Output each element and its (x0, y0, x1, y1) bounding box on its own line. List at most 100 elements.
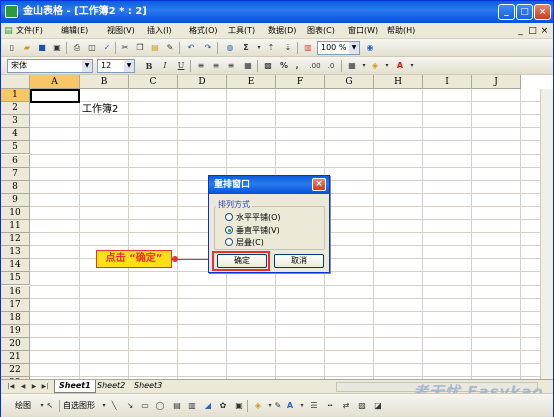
row-header-8[interactable]: 8 (1, 180, 30, 194)
underline-button[interactable]: U (174, 59, 188, 73)
cut-icon[interactable]: ✂ (118, 41, 132, 55)
dialog-close-button[interactable]: × (312, 178, 326, 191)
column-header-a[interactable]: A (30, 75, 80, 89)
redo-icon[interactable]: ↷ (201, 41, 215, 55)
zoom-select[interactable]: 100 % ▼ (317, 41, 360, 55)
column-header-f[interactable]: F (276, 75, 325, 89)
row-header-19[interactable]: 19 (1, 324, 30, 338)
doc-restore-button[interactable]: □ (527, 25, 538, 37)
row-header-22[interactable]: 22 (1, 364, 30, 378)
column-header-i[interactable]: I (423, 75, 472, 89)
print-preview-icon[interactable]: ◫ (85, 41, 99, 55)
font-name-select[interactable]: 宋体 ▼ (7, 59, 93, 73)
maximize-button[interactable]: □ (516, 4, 533, 20)
close-button[interactable]: × (534, 4, 551, 20)
align-right-icon[interactable]: ≡ (224, 59, 238, 73)
line-style-icon[interactable]: ☰ (307, 399, 321, 413)
format-painter-icon[interactable]: ✎ (163, 41, 177, 55)
vertical-scrollbar[interactable] (540, 89, 553, 379)
align-center-icon[interactable]: ≡ (209, 59, 223, 73)
select-pointer-icon[interactable]: ↖ (43, 399, 57, 413)
column-header-b[interactable]: B (80, 75, 129, 89)
percent-button[interactable]: % (277, 59, 291, 73)
menu-data[interactable]: 数据(D) (268, 24, 296, 38)
new-icon[interactable]: ▯ (5, 41, 19, 55)
open-icon[interactable]: ▰ (20, 41, 34, 55)
row-header-9[interactable]: 9 (1, 193, 30, 207)
dash-style-icon[interactable]: ┅ (323, 399, 337, 413)
hyperlink-icon[interactable]: ◍ (223, 41, 237, 55)
column-header-h[interactable]: H (374, 75, 423, 89)
ok-button[interactable]: 确定 (217, 254, 267, 268)
radio-tile-vertical[interactable]: 垂直平铺(V) (225, 226, 280, 236)
menu-format[interactable]: 格式(O) (189, 24, 218, 38)
rectangle-icon[interactable]: ▭ (138, 399, 152, 413)
tab-sheet1[interactable]: Sheet1 (54, 380, 96, 393)
column-header-g[interactable]: G (325, 75, 374, 89)
spellcheck-icon[interactable]: ✓ (100, 41, 114, 55)
decrease-decimal-button[interactable]: .0 (324, 59, 338, 73)
menu-window[interactable]: 窗口(W) (348, 24, 378, 38)
print-icon[interactable]: ⎙ (70, 41, 84, 55)
menu-edit[interactable]: 编辑(E) (61, 24, 88, 38)
menu-tools[interactable]: 工具(T) (228, 24, 255, 38)
minimize-button[interactable]: _ (498, 4, 515, 20)
row-header-2[interactable]: 2 (1, 102, 30, 116)
doc-minimize-button[interactable]: _ (515, 25, 526, 37)
picture-icon[interactable]: ▣ (232, 399, 246, 413)
row-header-13[interactable]: 13 (1, 246, 30, 260)
row-header-3[interactable]: 3 (1, 115, 30, 129)
italic-button[interactable]: I (158, 59, 172, 73)
menu-chart[interactable]: 图表(C) (307, 24, 335, 38)
align-left-icon[interactable]: ≡ (194, 59, 208, 73)
copy-icon[interactable]: ❐ (133, 41, 147, 55)
select-all-corner[interactable] (1, 75, 30, 89)
column-header-d[interactable]: D (178, 75, 227, 89)
draw-menu[interactable]: 绘图 (15, 399, 31, 413)
row-header-16[interactable]: 16 (1, 285, 30, 299)
sort-ascending-icon[interactable]: ⇡ (264, 41, 278, 55)
row-header-20[interactable]: 20 (1, 337, 30, 351)
font-color-dropdown-icon[interactable]: ▾ (405, 59, 419, 73)
sort-descending-icon[interactable]: ⇣ (281, 41, 295, 55)
permission-icon[interactable]: ▣ (50, 41, 64, 55)
arrow-icon[interactable]: ↘ (123, 399, 137, 413)
save-icon[interactable]: ■ (35, 41, 49, 55)
column-header-e[interactable]: E (227, 75, 276, 89)
menu-view[interactable]: 视图(V) (107, 24, 135, 38)
row-header-18[interactable]: 18 (1, 311, 30, 325)
shadow-icon[interactable]: ▨ (355, 399, 369, 413)
arrow-style-icon[interactable]: ⇄ (339, 399, 353, 413)
tab-sheet2[interactable]: Sheet2 (93, 380, 129, 393)
chart-icon[interactable]: ▥ (301, 41, 315, 55)
row-header-7[interactable]: 7 (1, 167, 30, 181)
row-header-21[interactable]: 21 (1, 351, 30, 364)
row-header-6[interactable]: 6 (1, 154, 30, 168)
cell-b2[interactable]: 工作簿2 (82, 103, 118, 116)
row-header-14[interactable]: 14 (1, 259, 30, 273)
row-header-10[interactable]: 10 (1, 206, 30, 220)
row-header-4[interactable]: 4 (1, 128, 30, 142)
active-cell-a1[interactable] (30, 89, 80, 103)
paste-icon[interactable]: ▤ (148, 41, 162, 55)
menu-insert[interactable]: 插入(I) (147, 24, 172, 38)
row-header-15[interactable]: 15 (1, 272, 30, 286)
chevron-down-icon[interactable]: ▼ (124, 60, 134, 72)
column-header-c[interactable]: C (129, 75, 178, 89)
menu-help[interactable]: 帮助(H) (387, 24, 415, 38)
radio-cascade[interactable]: 层叠(C) (225, 238, 264, 248)
clipart-icon[interactable]: ✿ (216, 399, 230, 413)
vertical-textbox-icon[interactable]: ▥ (185, 399, 199, 413)
tab-sheet3[interactable]: Sheet3 (130, 380, 166, 393)
row-header-5[interactable]: 5 (1, 141, 30, 155)
chevron-down-icon[interactable]: ▼ (349, 42, 359, 54)
fill-color-dropdown-icon[interactable]: ▾ (380, 59, 394, 73)
column-header-j[interactable]: J (472, 75, 521, 89)
3d-icon[interactable]: ◪ (371, 399, 385, 413)
increase-decimal-button[interactable]: .00 (308, 59, 322, 73)
menu-file[interactable]: 文件(F) (16, 24, 43, 38)
autoshape-menu[interactable]: 自选图形 (63, 399, 95, 413)
textbox-icon[interactable]: ▤ (170, 399, 184, 413)
help-icon[interactable]: ◉ (363, 41, 377, 55)
font-size-select[interactable]: 12 ▼ (97, 59, 135, 73)
